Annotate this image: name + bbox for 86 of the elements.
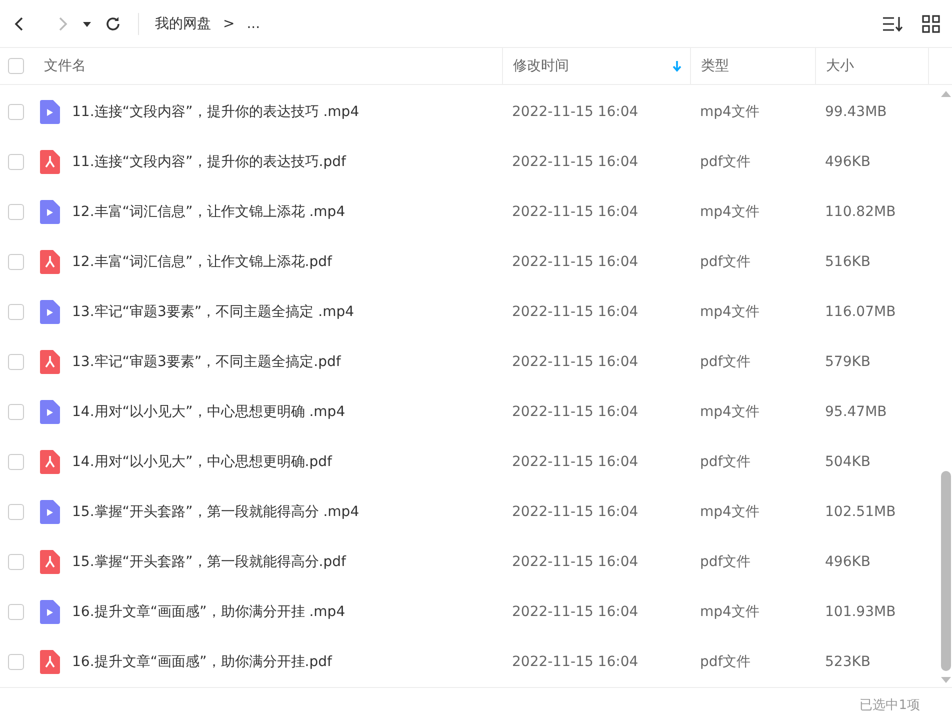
file-type: pdf文件 xyxy=(699,153,752,171)
file-type: mp4文件 xyxy=(699,403,760,421)
file-size: 516KB xyxy=(824,254,872,270)
breadcrumb-separator: > xyxy=(222,16,236,32)
row-checkbox[interactable] xyxy=(8,404,24,420)
modified-time: 2022-11-15 16:04 xyxy=(511,304,640,320)
row-checkbox[interactable] xyxy=(8,254,24,270)
file-type: mp4文件 xyxy=(699,103,760,121)
video-file-icon xyxy=(40,300,60,324)
status-text: 已选中1项 xyxy=(860,696,920,714)
row-checkbox[interactable] xyxy=(8,154,24,170)
row-checkbox[interactable] xyxy=(8,654,24,670)
scroll-up-icon[interactable] xyxy=(941,91,951,97)
modified-time: 2022-11-15 16:04 xyxy=(511,554,640,570)
file-name: 16.提升文章“画面感”，助你满分开挂 .mp4 xyxy=(72,603,346,621)
file-size: 95.47MB xyxy=(824,404,888,420)
row-checkbox[interactable] xyxy=(8,204,24,220)
row-checkbox[interactable] xyxy=(8,304,24,320)
file-size: 101.93MB xyxy=(824,604,897,620)
file-type: pdf文件 xyxy=(699,653,752,671)
refresh-icon xyxy=(104,14,122,32)
file-name: 11.连接“文段内容”，提升你的表达技巧.pdf xyxy=(72,153,346,171)
file-size: 116.07MB xyxy=(824,304,897,320)
video-file-icon xyxy=(40,200,60,224)
file-type: mp4文件 xyxy=(699,303,760,321)
sort-icon xyxy=(882,14,904,32)
modified-time: 2022-11-15 16:04 xyxy=(511,404,640,420)
pdf-file-icon xyxy=(40,550,60,574)
file-name: 16.提升文章“画面感”，助你满分开挂.pdf xyxy=(72,653,332,671)
file-size: 523KB xyxy=(824,654,872,670)
video-file-icon xyxy=(40,400,60,424)
video-file-icon xyxy=(40,600,60,624)
file-name: 13.牢记“审题3要素”，不同主题全搞定 .mp4 xyxy=(72,303,354,321)
row-checkbox[interactable] xyxy=(8,604,24,620)
file-name: 15.掌握“开头套路”，第一段就能得高分.pdf xyxy=(72,553,346,571)
breadcrumb-item[interactable]: ... xyxy=(242,16,264,32)
column-header[interactable]: 类型 xyxy=(690,48,815,84)
modified-time: 2022-11-15 16:04 xyxy=(511,204,640,220)
video-file-icon xyxy=(40,500,60,524)
pdf-file-icon xyxy=(40,350,60,374)
modified-time: 2022-11-15 16:04 xyxy=(511,604,640,620)
file-name: 13.牢记“审题3要素”，不同主题全搞定.pdf xyxy=(72,353,341,371)
file-type: pdf文件 xyxy=(699,453,752,471)
file-name: 11.连接“文段内容”，提升你的表达技巧 .mp4 xyxy=(72,103,360,121)
pdf-file-icon xyxy=(40,150,60,174)
pdf-file-icon xyxy=(40,450,60,474)
modified-time: 2022-11-15 16:04 xyxy=(511,354,640,370)
file-type: mp4文件 xyxy=(699,203,760,221)
file-size: 496KB xyxy=(824,154,872,170)
breadcrumb-item[interactable]: 我的网盘 xyxy=(151,14,215,32)
pdf-file-icon xyxy=(40,650,60,674)
row-checkbox[interactable] xyxy=(8,454,24,470)
video-file-icon xyxy=(40,100,60,124)
column-header[interactable]: 修改时间 xyxy=(502,48,690,84)
file-name: 14.用对“以小见大”，中心思想更明确.pdf xyxy=(72,453,332,471)
modified-time: 2022-11-15 16:04 xyxy=(511,504,640,520)
modified-time: 2022-11-15 16:04 xyxy=(511,654,640,670)
row-checkbox[interactable] xyxy=(8,354,24,370)
row-checkbox[interactable] xyxy=(8,554,24,570)
select-all-checkbox[interactable] xyxy=(8,58,24,74)
file-type: pdf文件 xyxy=(699,353,752,371)
file-name: 15.掌握“开头套路”，第一段就能得高分 .mp4 xyxy=(72,503,360,521)
grid-icon xyxy=(922,14,940,32)
column-header[interactable]: 文件名 xyxy=(34,48,502,84)
file-type: pdf文件 xyxy=(699,553,752,571)
file-name: 14.用对“以小见大”，中心思想更明确 .mp4 xyxy=(72,403,346,421)
row-checkbox[interactable] xyxy=(8,104,24,120)
modified-time: 2022-11-15 16:04 xyxy=(511,104,640,120)
scroll-down-icon[interactable] xyxy=(941,677,951,683)
column-header[interactable]: 大小 xyxy=(815,48,928,84)
file-size: 110.82MB xyxy=(824,204,897,220)
pdf-file-icon xyxy=(40,250,60,274)
file-type: pdf文件 xyxy=(699,253,752,271)
file-name: 12.丰富“词汇信息”，让作文锦上添花 .mp4 xyxy=(72,203,346,221)
file-type: mp4文件 xyxy=(699,503,760,521)
file-size: 496KB xyxy=(824,554,872,570)
file-type: mp4文件 xyxy=(699,603,760,621)
file-name: 12.丰富“词汇信息”，让作文锦上添花.pdf xyxy=(72,253,332,271)
row-checkbox[interactable] xyxy=(8,504,24,520)
modified-time: 2022-11-15 16:04 xyxy=(511,254,640,270)
modified-time: 2022-11-15 16:04 xyxy=(511,154,640,170)
file-size: 579KB xyxy=(824,354,872,370)
file-size: 102.51MB xyxy=(824,504,897,520)
file-size: 99.43MB xyxy=(824,104,888,120)
file-size: 504KB xyxy=(824,454,872,470)
modified-time: 2022-11-15 16:04 xyxy=(511,454,640,470)
